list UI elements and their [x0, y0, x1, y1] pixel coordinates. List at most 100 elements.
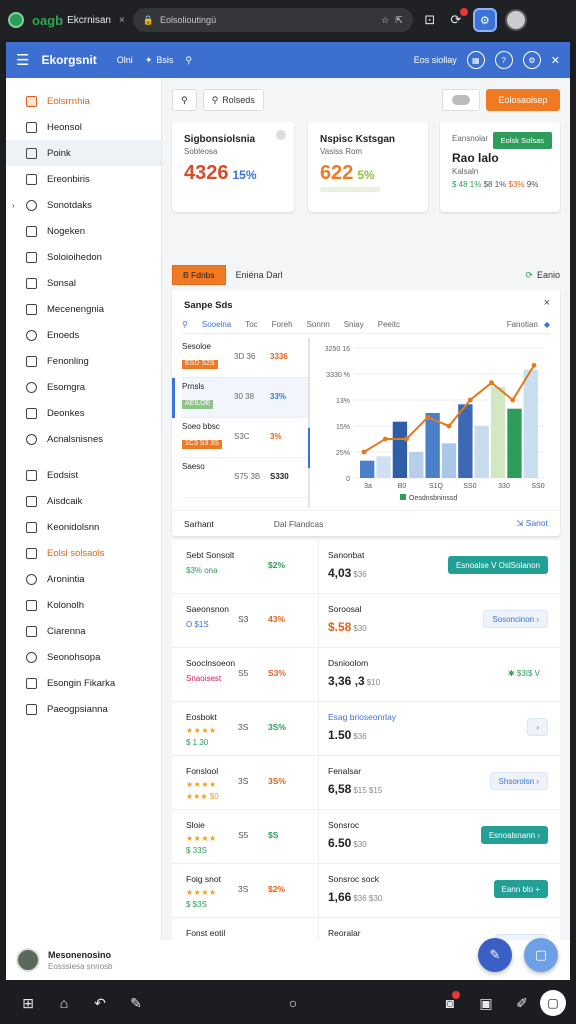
col-header[interactable]: Foreh	[272, 320, 293, 329]
chart-point[interactable]	[531, 362, 537, 368]
list-item[interactable]: Foig snot ★★★★ $ $3S 3S $2% Sonsroc sock 1,66 $…	[172, 864, 560, 918]
sidebar-item[interactable]: Eolsrrnhia	[6, 88, 161, 114]
kpi-card[interactable]: Eansnolar Eolsk Sofsas Rao lalo Kalsaln …	[440, 122, 560, 212]
pen-icon[interactable]: ✎	[118, 995, 154, 1012]
chart-bar[interactable]	[392, 421, 408, 478]
sidebar-item[interactable]: Eodsist	[6, 462, 161, 488]
sidebar-item[interactable]: Ciarenna	[6, 618, 161, 644]
settings-icon[interactable]: ⚙	[522, 51, 541, 69]
kpi-card[interactable]: Nspisc Kstsgan Vasiss Rom 622 5%	[308, 122, 428, 212]
kpi-tag[interactable]: Eolsk Sofsas	[492, 132, 552, 149]
search-icon[interactable]: ⚲	[185, 55, 192, 66]
sidebar-item[interactable]: Enoeds	[6, 322, 161, 348]
row-action-button[interactable]: ✱ $3I$ V	[499, 664, 548, 682]
sidebar-item[interactable]: Paeogpsianna	[6, 696, 161, 722]
search-button[interactable]: ⚲	[172, 89, 197, 111]
sidebar-item[interactable]: Aisdcaik	[6, 488, 161, 514]
chart-point[interactable]	[425, 414, 431, 420]
edit-icon[interactable]: ✐	[504, 995, 540, 1012]
profile-avatar[interactable]	[504, 9, 527, 31]
row-action-button[interactable]: ›	[527, 718, 548, 736]
close-icon[interactable]: ✕	[551, 54, 560, 67]
chart-bar[interactable]	[458, 404, 473, 478]
table-row[interactable]: Soeo bbsc 1C3 S3 3S S3C 3%	[182, 418, 308, 458]
close-icon[interactable]: ×	[544, 297, 550, 309]
circle-icon[interactable]: ○	[275, 995, 311, 1011]
table-row[interactable]: Prnsls AEILOE 30 38 33%	[172, 378, 308, 418]
sidebar-user-card[interactable]: Mesonenosino Eosssiesa snnosb	[6, 940, 162, 980]
footer-link[interactable]: ⇲ Sanot	[516, 518, 548, 529]
sidebar-item[interactable]: Nogeken	[6, 218, 161, 244]
list-item[interactable]: Eosbokt ★★★★ $ 1.30 3S 3S% Esag brioseonrlay 1…	[172, 702, 560, 756]
edit-fab[interactable]: ✎	[478, 938, 512, 972]
kpi-card[interactable]: Sigbonsiolsnia Sobleosa 4326 15%	[172, 122, 294, 212]
chat-icon[interactable]: ◙	[432, 991, 468, 1011]
sidebar-item[interactable]: Sonsal	[6, 270, 161, 296]
tab-active[interactable]: B Fdnbs	[172, 265, 226, 285]
row-action-button[interactable]: Shsorolsn ›	[489, 772, 548, 790]
table-row[interactable]: Sesoloe ESD S2S 3D 36 3336	[182, 338, 308, 378]
chart-bar[interactable]	[376, 456, 391, 478]
sidebar-item[interactable]: › Sonotdaks	[6, 192, 161, 218]
row-action-button[interactable]: Sosoncinon ›	[483, 610, 548, 628]
sidebar-item[interactable]: Esongin Fikarka	[6, 670, 161, 696]
nav-item-1[interactable]: Olni	[117, 55, 133, 65]
sidebar-item[interactable]: Kolonolh	[6, 592, 161, 618]
col-header-right[interactable]: Fanotian	[507, 320, 538, 329]
chart-bar[interactable]	[474, 426, 489, 478]
filter-button[interactable]: ⚲ Rolseds	[202, 89, 264, 111]
help-icon[interactable]: ?	[494, 51, 513, 69]
nav-item-2[interactable]: ✦ Bsis	[145, 55, 174, 66]
home-icon[interactable]: ⌂	[46, 995, 82, 1011]
row-action-button[interactable]: Eann blo +	[493, 880, 548, 898]
col-header[interactable]: Peeitc	[378, 320, 400, 329]
menu-icon[interactable]: ☰	[16, 51, 29, 69]
tab-close-icon[interactable]: ×	[119, 15, 125, 26]
sidebar-item[interactable]: Fenonling	[6, 348, 161, 374]
search-icon[interactable]: ⚲	[182, 320, 188, 329]
windows-icon[interactable]: ⊞	[10, 995, 46, 1012]
kpi-dismiss-icon[interactable]	[276, 130, 286, 140]
view-toggle[interactable]	[442, 89, 480, 111]
list-item[interactable]: Saeonsnon O $1S S3 43% Soroosal $.58 $30 Sosonc…	[172, 594, 560, 648]
col-header[interactable]: Sooelna	[202, 320, 231, 329]
bookmark-star-icon[interactable]: ☆	[381, 15, 389, 26]
sidebar-item[interactable]: Soloioihedon	[6, 244, 161, 270]
chart-point[interactable]	[489, 380, 494, 386]
share-icon[interactable]: ⇱	[395, 15, 403, 26]
sidebar-item[interactable]: Seonohsopa	[6, 644, 161, 670]
sidebar-item[interactable]: Mecenengnia	[6, 296, 161, 322]
refresh-button[interactable]: ⟳ Eanio	[525, 270, 560, 281]
chart-bar[interactable]	[507, 408, 522, 478]
extension-icon[interactable]: ⚙	[472, 8, 497, 32]
workspace-selector[interactable]: Eos siollay	[414, 55, 457, 65]
row-action-button[interactable]: Esnoalsnann ›	[480, 826, 548, 844]
calendar-icon[interactable]: ▣	[468, 995, 504, 1012]
chart-point[interactable]	[510, 397, 516, 403]
list-item[interactable]: Fonst eotil★★★★★★★★ $2$S%$S%Reoralar3,15…	[172, 918, 560, 940]
apps-icon[interactable]: ▦	[466, 51, 485, 69]
sidebar-item[interactable]: Heonsol	[6, 114, 161, 140]
table-row[interactable]: Saeso S75 3B S330	[182, 458, 308, 498]
chart-bar[interactable]	[441, 443, 457, 478]
tab-title[interactable]: Ekcrnisan	[67, 15, 111, 26]
chart-point[interactable]	[467, 397, 473, 403]
row-action-button[interactable]: Esnoalse V OslSolanon	[447, 556, 548, 574]
sidebar-item[interactable]: Deonkes	[6, 400, 161, 426]
sidebar-item[interactable]: Keonidolsnn	[6, 514, 161, 540]
chart-point[interactable]	[361, 449, 367, 455]
extensions-icon[interactable]: ⊡	[421, 12, 439, 28]
tab-other[interactable]: Eniéna Darl	[236, 270, 283, 280]
list-item[interactable]: Sooclnsoeon Snaoisest S5 S3% Dsnioolom 3,36 ,…	[172, 648, 560, 702]
list-item[interactable]: Sloie ★★★★ $ 33S S5 $S Sonsroc 6.50 $30 Esnoalsn…	[172, 810, 560, 864]
col-header[interactable]: Sonnn	[307, 320, 330, 329]
diamond-icon[interactable]: ◆	[544, 320, 550, 329]
chart-bar[interactable]	[490, 387, 506, 478]
list-item[interactable]: Sebt Sonsolt $3% ona $2% Sanonbat 4,03 $36 Esn…	[172, 540, 560, 594]
sidebar-item[interactable]: Poink	[6, 140, 161, 166]
chart-bar[interactable]	[425, 413, 440, 478]
chart-bar[interactable]	[360, 460, 375, 478]
sidebar-item[interactable]: Esomgra	[6, 374, 161, 400]
sidebar-item[interactable]: Acnalsnisnes	[6, 426, 161, 452]
chart-bar[interactable]	[409, 452, 424, 478]
